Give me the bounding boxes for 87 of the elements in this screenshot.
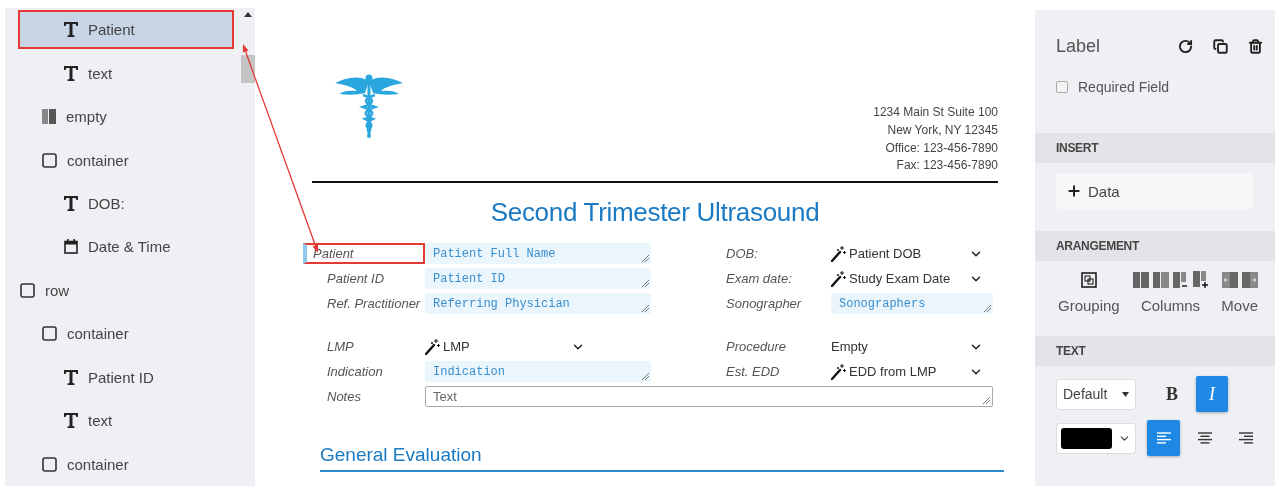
text-icon: [64, 413, 78, 429]
magic-wand-icon: [831, 270, 846, 287]
tree-item[interactable]: text: [18, 53, 234, 93]
trash-icon[interactable]: [1248, 39, 1263, 54]
text-icon: [64, 196, 78, 212]
tree-item[interactable]: container: [18, 444, 234, 484]
checkbox[interactable]: [1056, 81, 1068, 93]
field-label[interactable]: Indication: [319, 361, 425, 382]
field-label[interactable]: Procedure: [718, 336, 831, 357]
caduceus-logo: [335, 73, 403, 139]
dropdown[interactable]: Patient DOB: [831, 243, 993, 264]
address-line: 1234 Main St Suite 100: [873, 104, 998, 122]
tree-item[interactable]: Patient ID: [18, 357, 234, 398]
checkbox-label: Required Field: [1078, 79, 1170, 95]
text-icon: [64, 369, 78, 385]
caret-icon: [1122, 391, 1129, 397]
field-label[interactable]: Est. EDD: [718, 361, 831, 382]
tree-item[interactable]: Date & Time: [18, 227, 234, 267]
resize-grip-icon[interactable]: [641, 279, 649, 287]
panel-title: Label: [1056, 36, 1102, 57]
dropdown[interactable]: EDD from LMP: [831, 361, 993, 382]
color-select[interactable]: [1056, 422, 1136, 454]
square-icon: [42, 456, 57, 472]
arrangement-label: Move: [1221, 297, 1258, 314]
add-column-icon: [1192, 271, 1209, 289]
resize-grip-icon[interactable]: [641, 372, 649, 380]
magic-wand-icon: [831, 245, 846, 262]
section-header: TEXT: [1035, 336, 1275, 366]
resize-grip-icon[interactable]: [641, 254, 649, 262]
arrangement-label: Columns: [1140, 297, 1201, 314]
resize-grip-icon[interactable]: [983, 304, 991, 312]
tree-item[interactable]: Patient: [18, 10, 234, 50]
magic-wand-icon: [831, 363, 846, 380]
align-left-icon: [1156, 432, 1171, 444]
square-icon: [20, 282, 35, 298]
bold-button[interactable]: B: [1156, 376, 1188, 412]
resize-grip-icon[interactable]: [641, 304, 649, 312]
columns-icon: [1132, 272, 1149, 288]
columns-icon: [42, 109, 56, 125]
tree-item[interactable]: container: [18, 140, 234, 180]
tree-item[interactable]: empty: [18, 96, 234, 137]
tree-item[interactable]: container: [18, 314, 234, 354]
scroll-up-icon[interactable]: [243, 12, 252, 17]
remove-column-icon: [1172, 272, 1189, 288]
field-label[interactable]: Exam date:: [718, 268, 831, 289]
text-icon: [64, 22, 78, 38]
align-center-icon: [1197, 432, 1212, 444]
field-label[interactable]: Notes: [319, 386, 425, 407]
square-icon: [42, 152, 57, 168]
section-heading: General Evaluation: [320, 444, 1004, 472]
dropdown[interactable]: LMP: [425, 336, 595, 357]
field-label[interactable]: LMP: [319, 336, 425, 357]
arrangement-label: Grouping: [1058, 297, 1120, 314]
field-label[interactable]: Sonographer: [718, 293, 831, 314]
address-line: Office: 123-456-7890: [885, 139, 998, 157]
align-right-icon: [1238, 432, 1253, 444]
tree-item[interactable]: text: [18, 401, 234, 441]
grouping-icon: [1080, 272, 1097, 288]
resize-grip-icon[interactable]: [982, 396, 990, 404]
add-data-button[interactable]: Data: [1056, 173, 1253, 209]
magic-wand-icon: [425, 338, 440, 355]
plus-icon: [1066, 183, 1082, 199]
italic-button[interactable]: I: [1196, 376, 1228, 412]
field-label[interactable]: DOB:: [718, 243, 831, 264]
field-label[interactable]: Ref. Practitioner: [319, 293, 425, 314]
font-select[interactable]: Default: [1056, 378, 1136, 410]
address-line: Fax: 123-456-7890: [896, 157, 998, 175]
dropdown[interactable]: Empty: [831, 336, 993, 357]
square-icon: [42, 326, 57, 342]
tree-item[interactable]: DOB:: [18, 183, 234, 224]
columns-icon: [1152, 272, 1169, 288]
section-header: INSERT: [1035, 133, 1275, 163]
field-label[interactable]: Patient ID: [319, 268, 425, 289]
text-field[interactable]: Text: [425, 386, 993, 407]
section-header: ARANGEMENT: [1035, 231, 1275, 261]
move-right-icon: [1241, 272, 1258, 288]
text-icon: [64, 65, 78, 81]
document-title: Second Trimester Ultrasound: [489, 197, 821, 228]
move-left-icon: [1221, 272, 1238, 288]
scrollbar-thumb[interactable]: [240, 55, 255, 83]
tree-item[interactable]: row: [18, 270, 234, 311]
copy-icon[interactable]: [1213, 39, 1228, 54]
address-line: New York, NY 12345: [887, 121, 998, 139]
align-button[interactable]: [1147, 420, 1180, 456]
refresh-icon[interactable]: [1178, 39, 1193, 54]
dropdown[interactable]: Study Exam Date: [831, 268, 993, 289]
calendar-icon: [64, 239, 78, 255]
